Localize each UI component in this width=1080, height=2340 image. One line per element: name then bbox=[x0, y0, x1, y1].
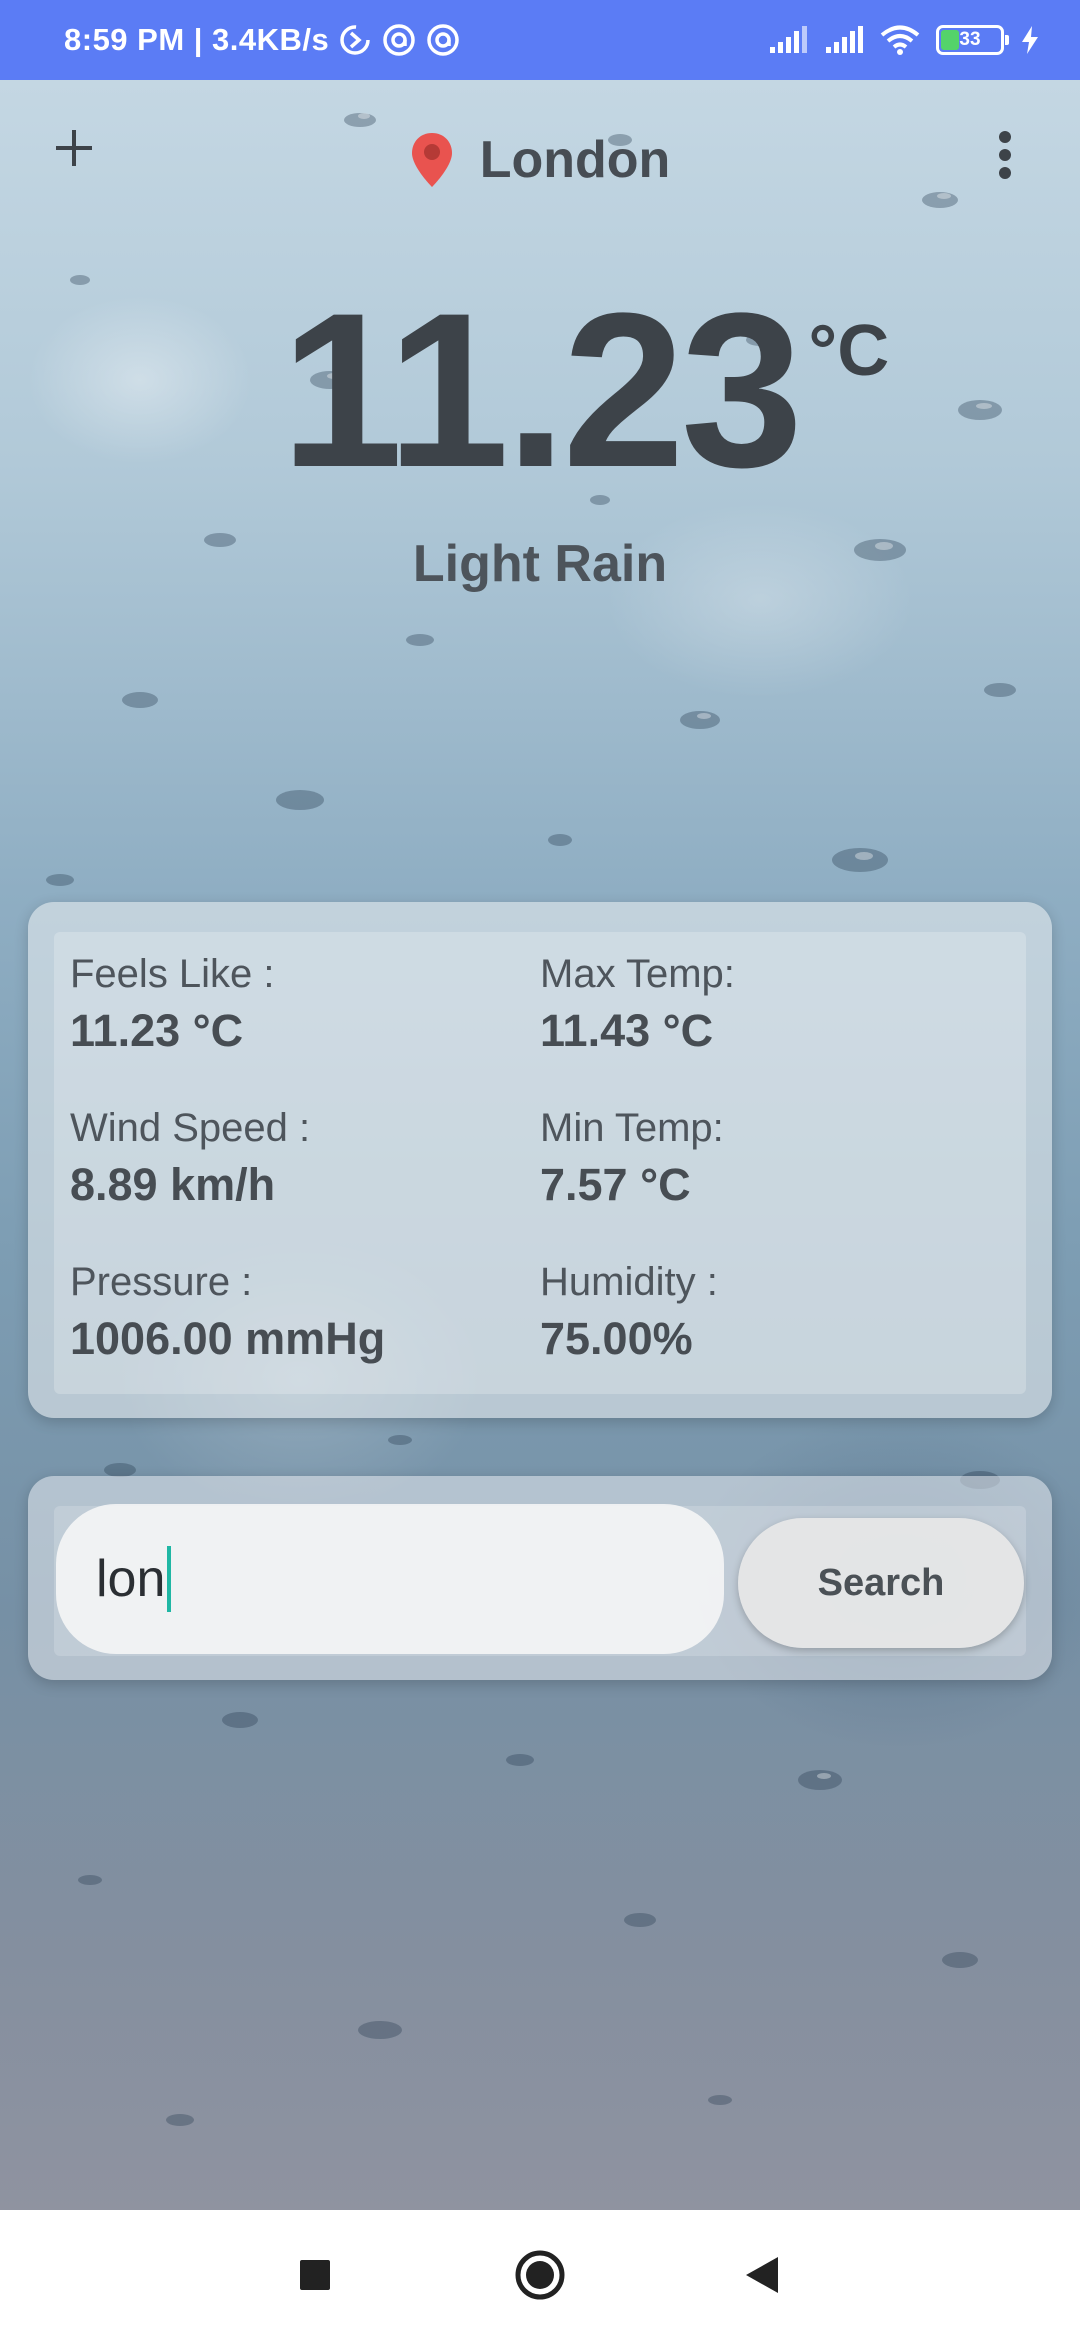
signal-icon bbox=[770, 26, 807, 53]
pressure-item: Pressure : 1006.00 mmHg bbox=[70, 1260, 385, 1365]
wind-speed-value: 8.89 km/h bbox=[70, 1159, 276, 1210]
weather-condition: Light Rain bbox=[412, 535, 668, 593]
status-left: 8:59 PM | 3.4KB/s bbox=[64, 22, 461, 58]
pressure-value: 1006.00 mmHg bbox=[70, 1313, 386, 1364]
pressure-label: Pressure : bbox=[70, 1260, 253, 1304]
temperature-display: 11.23 °C bbox=[0, 280, 1080, 500]
wifi-icon bbox=[880, 25, 920, 55]
square-icon bbox=[300, 2260, 330, 2290]
wind-speed-label: Wind Speed : bbox=[70, 1106, 311, 1150]
status-right: 33 bbox=[768, 24, 1040, 56]
text-cursor bbox=[167, 1546, 172, 1612]
circle-icon bbox=[515, 2250, 565, 2300]
location-header: London bbox=[0, 120, 1080, 200]
system-navigation-bar bbox=[0, 2210, 1080, 2340]
max-temp-value: 11.43 °C bbox=[540, 1005, 714, 1056]
search-input-text: lon bbox=[96, 1550, 166, 1608]
feels-like-value: 11.23 °C bbox=[70, 1005, 244, 1056]
status-time: 8:59 PM | 3.4KB/s bbox=[64, 22, 330, 57]
back-button[interactable] bbox=[702, 2210, 822, 2340]
min-temp-label: Min Temp: bbox=[540, 1106, 724, 1150]
search-button[interactable]: Search bbox=[738, 1518, 1024, 1648]
feels-like-item: Feels Like : 11.23 °C bbox=[70, 952, 275, 1057]
overflow-menu-button[interactable] bbox=[985, 120, 1025, 190]
humidity-value: 75.00% bbox=[540, 1313, 693, 1364]
humidity-label: Humidity : bbox=[540, 1260, 718, 1304]
humidity-item: Humidity : 75.00% bbox=[540, 1260, 718, 1365]
battery-level: 33 bbox=[959, 29, 981, 50]
signal-icon bbox=[826, 26, 863, 53]
triangle-back-icon bbox=[746, 2257, 778, 2293]
app-notification-icon bbox=[427, 24, 460, 56]
min-temp-item: Min Temp: 7.57 °C bbox=[540, 1106, 724, 1211]
min-temp-value: 7.57 °C bbox=[540, 1159, 691, 1210]
status-bar: 8:59 PM | 3.4KB/s 33 bbox=[0, 0, 1080, 80]
city-search-input[interactable]: lon bbox=[56, 1504, 724, 1654]
city-name: London bbox=[479, 131, 671, 189]
temperature-value: 11.23 bbox=[280, 267, 803, 513]
app-notification-icon bbox=[383, 24, 416, 56]
charging-icon bbox=[1022, 26, 1038, 54]
home-button[interactable] bbox=[480, 2210, 600, 2340]
more-vert-icon bbox=[999, 131, 1011, 179]
max-temp-item: Max Temp: 11.43 °C bbox=[540, 952, 735, 1057]
temperature-unit: °C bbox=[808, 311, 890, 391]
recents-button[interactable] bbox=[255, 2210, 375, 2340]
data-saver-icon bbox=[340, 25, 371, 55]
max-temp-label: Max Temp: bbox=[540, 952, 735, 996]
weather-details-card: Feels Like : 11.23 °C Max Temp: 11.43 °C… bbox=[28, 902, 1052, 1418]
wind-speed-item: Wind Speed : 8.89 km/h bbox=[70, 1106, 310, 1211]
battery-icon: 33 bbox=[936, 25, 1009, 55]
feels-like-label: Feels Like : bbox=[70, 952, 275, 996]
location-pin-icon bbox=[411, 133, 452, 187]
